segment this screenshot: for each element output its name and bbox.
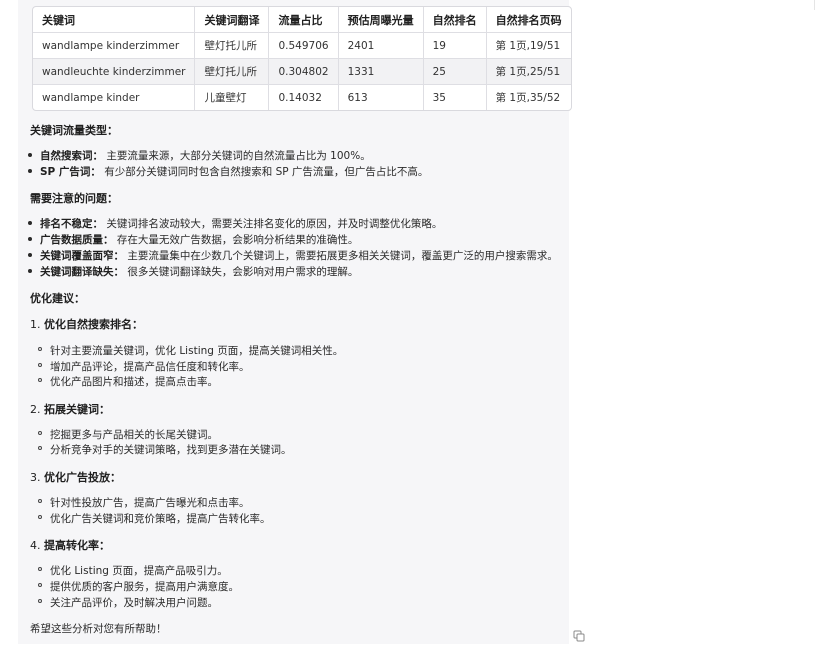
table-cell: 19 — [423, 33, 487, 59]
description: 有少部分关键词同时包含自然搜索和 SP 广告流量，但广告占比不高。 — [104, 166, 429, 178]
suggestion-group-title: 4. 提高转化率： — [30, 537, 110, 553]
term: SP 广告词： — [40, 166, 101, 178]
table-cell: 0.304802 — [269, 59, 339, 85]
header-translation: 关键词翻译 — [195, 7, 270, 33]
list-item: 排名不稳定： 关键词排名波动较大，需要关注排名变化的原因，并及时调整优化策略。 — [27, 216, 443, 231]
table-cell: 第 1页,35/52 — [495, 92, 561, 104]
header-traffic-share: 流量占比 — [269, 7, 339, 33]
table-cell: wandleuchte kinderzimmer — [33, 59, 196, 85]
table-cell: 儿童壁灯 — [195, 85, 270, 110]
description: 主要流量集中在少数几个关键词上，需要拓展更多相关关键词，覆盖更广泛的用户搜索需求… — [127, 250, 558, 262]
description: 很多关键词翻译缺失，会影响对用户需求的理解。 — [127, 266, 359, 278]
group-number: 4. — [30, 539, 41, 552]
suggestion-group-title: 2. 拓展关键词： — [30, 401, 110, 417]
table-cell: wandlampe kinderzimmer — [33, 33, 196, 59]
table-cell: wandlampe kinder — [33, 85, 196, 110]
description: 关键词排名波动较大，需要关注排名变化的原因，并及时调整优化策略。 — [106, 218, 443, 230]
sub-list-item: 优化产品图片和描述，提高点击率。 — [38, 376, 218, 388]
table-cell: 壁灯托儿所 — [195, 59, 270, 85]
list-item: 关键词覆盖面窄： 主要流量集中在少数几个关键词上，需要拓展更多相关关键词，覆盖更… — [28, 248, 558, 263]
keyword-table: 关键词 关键词翻译 流量占比 预估周曝光量 自然排名 自然排名页码 wandla… — [32, 6, 572, 111]
group-title: 拓展关键词： — [44, 403, 110, 416]
table-row: wandlampe kinder 儿童壁灯 0.14032 613 35 第 1… — [33, 85, 571, 110]
suggestion-group-title: 1. 优化自然搜索排名： — [30, 316, 143, 332]
group-number: 2. — [30, 403, 41, 416]
scrollbar-edge[interactable] — [814, 0, 822, 10]
sub-list-item: 优化 Listing 页面，提高产品吸引力。 — [38, 565, 228, 577]
table-cell: 2401 — [338, 33, 424, 59]
table-row: wandlampe kinderzimmer 壁灯托儿所 0.549706 24… — [33, 33, 571, 59]
table-row: wandleuchte kinderzimmer 壁灯托儿所 0.304802 … — [33, 59, 571, 85]
group-title: 优化自然搜索排名： — [44, 318, 143, 331]
sub-list-item: 增加产品评论，提高产品信任度和转化率。 — [38, 361, 250, 373]
sub-list-item: 优化广告关键词和竞价策略，提高广告转化率。 — [38, 513, 271, 525]
suggestion-group-title: 3. 优化广告投放： — [30, 469, 121, 485]
list-item: SP 广告词： 有少部分关键词同时包含自然搜索和 SP 广告流量，但广告占比不高… — [27, 164, 429, 179]
term: 自然搜索词： — [40, 150, 103, 162]
copy-icon[interactable] — [573, 627, 585, 642]
table-cell: 35 — [424, 85, 487, 110]
table-cell: 0.14032 — [269, 85, 339, 110]
table-cell: 壁灯托儿所 — [195, 33, 270, 59]
sub-list-item: 挖掘更多与产品相关的长尾关键词。 — [38, 429, 218, 441]
table-cell: 0.549706 — [269, 33, 339, 59]
list-item: 自然搜索词： 主要流量来源，大部分关键词的自然流量占比为 100%。 — [28, 148, 371, 163]
header-organic-rank-page: 自然排名页码 — [486, 7, 571, 33]
sub-list-item: 分析竞争对手的关键词策略，找到更多潜在关键词。 — [38, 444, 292, 456]
group-title: 优化广告投放： — [44, 471, 121, 484]
term: 关键词覆盖面窄： — [40, 250, 124, 262]
term: 广告数据质量： — [40, 234, 114, 246]
issues-heading: 需要注意的问题： — [30, 192, 118, 205]
sub-list-item: 提供优质的客户服务，提高用户满意度。 — [38, 581, 239, 593]
table-cell: 第 1页,19/51 — [486, 33, 571, 59]
group-title: 提高转化率： — [44, 539, 110, 552]
table-cell: 第 1页,25/51 — [486, 59, 571, 85]
table-cell: 25 — [423, 59, 487, 85]
table-cell: 1331 — [338, 59, 424, 85]
term: 排名不稳定： — [40, 218, 103, 230]
sub-list-item: 关注产品评价，及时解决用户问题。 — [38, 597, 218, 609]
suggestions-heading: 优化建议： — [30, 292, 85, 305]
table-cell: 613 — [339, 85, 424, 110]
header-weekly-impressions: 预估周曝光量 — [338, 7, 424, 33]
term: 关键词翻译缺失： — [40, 266, 124, 278]
group-number: 3. — [30, 471, 41, 484]
table-header-row: 关键词 关键词翻译 流量占比 预估周曝光量 自然排名 自然排名页码 — [33, 7, 571, 33]
header-organic-rank: 自然排名 — [423, 7, 487, 33]
closing-message: 希望这些分析对您有所帮助！ — [30, 623, 167, 635]
description: 存在大量无效广告数据，会影响分析结果的准确性。 — [116, 234, 359, 246]
list-item: 关键词翻译缺失： 很多关键词翻译缺失，会影响对用户需求的理解。 — [27, 264, 359, 279]
sub-list-item: 针对主要流量关键词，优化 Listing 页面，提高关键词相关性。 — [37, 345, 344, 357]
description: 主要流量来源，大部分关键词的自然流量占比为 100%。 — [106, 150, 371, 162]
group-number: 1. — [30, 318, 41, 331]
header-keyword: 关键词 — [33, 7, 196, 33]
traffic-types-heading: 关键词流量类型： — [30, 124, 118, 137]
sub-list-item: 针对性投放广告，提高广告曝光和点击率。 — [38, 497, 250, 509]
list-item: 广告数据质量： 存在大量无效广告数据，会影响分析结果的准确性。 — [27, 232, 359, 247]
